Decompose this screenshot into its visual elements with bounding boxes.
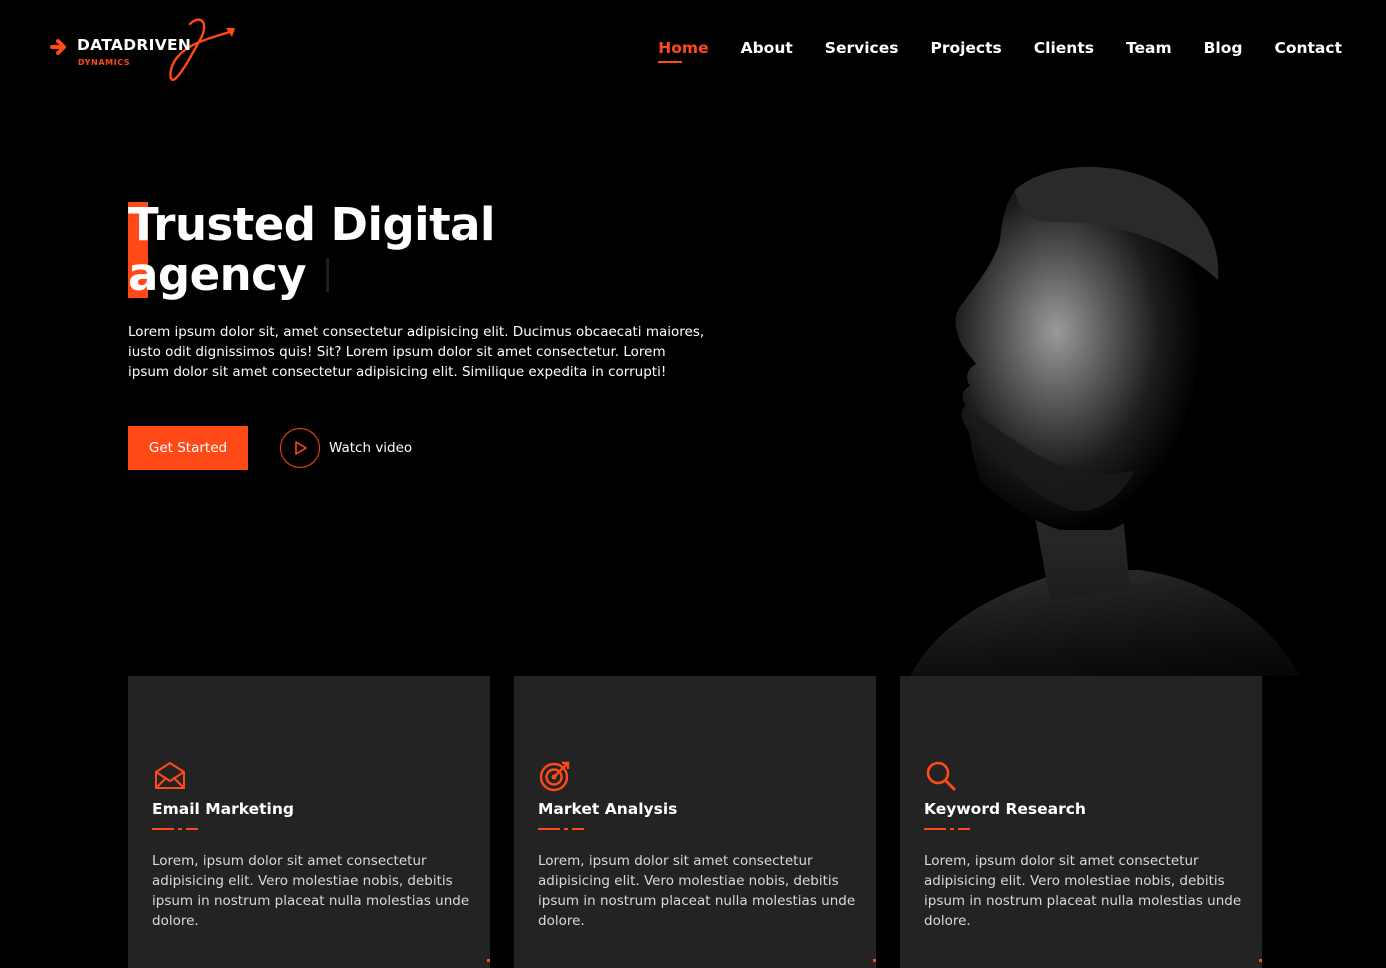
service-card-keyword-research[interactable]: Keyword Research Lorem, ipsum dolor sit …: [900, 676, 1262, 968]
nav-home[interactable]: Home: [658, 38, 709, 63]
service-description: Lorem, ipsum dolor sit amet consectetur …: [538, 853, 856, 929]
nav-about[interactable]: About: [741, 38, 793, 62]
service-description: Lorem, ipsum dolor sit amet consectetur …: [152, 853, 470, 929]
title-underline: [152, 828, 198, 830]
service-title: Keyword Research: [924, 800, 1086, 818]
corner-dot: [873, 959, 876, 962]
title-underline: [538, 828, 584, 830]
play-icon[interactable]: [280, 428, 320, 468]
search-icon: [926, 761, 956, 791]
hero-description: Lorem ipsum dolor sit, amet consectetur …: [128, 324, 705, 380]
service-title: Email Marketing: [152, 800, 295, 818]
nav-contact[interactable]: Contact: [1274, 38, 1342, 62]
target-icon: [539, 761, 570, 792]
envelope-icon: [155, 762, 185, 789]
brand-name: DATADRIVEN: [77, 36, 192, 54]
nav-projects[interactable]: Projects: [930, 38, 1001, 62]
service-card-market-analysis[interactable]: Market Analysis Lorem, ipsum dolor sit a…: [514, 676, 876, 968]
nav-services[interactable]: Services: [825, 38, 899, 62]
brand-logo[interactable]: DATADRIVEN DYNAMICS: [50, 14, 240, 84]
hero-portrait-image: [880, 150, 1300, 676]
hero-title: Trusted Digital agency: [128, 200, 688, 300]
watch-video-label: Watch video: [329, 440, 413, 456]
title-underline: [924, 828, 970, 830]
service-card-email-marketing[interactable]: Email Marketing Lorem, ipsum dolor sit a…: [128, 676, 490, 968]
corner-dot: [1259, 959, 1262, 962]
nav-blog[interactable]: Blog: [1204, 38, 1243, 62]
get-started-button[interactable]: Get Started: [128, 426, 248, 470]
hero-title-line-2: agency: [128, 248, 307, 301]
main-nav: Home About Services Projects Clients Tea…: [626, 38, 1342, 63]
hero-title-line-1: Trusted Digital: [128, 198, 495, 251]
service-title: Market Analysis: [538, 800, 678, 818]
page: DATADRIVEN DYNAMICS Home About Services …: [0, 0, 1386, 968]
service-description: Lorem, ipsum dolor sit amet consectetur …: [924, 853, 1242, 929]
nav-team[interactable]: Team: [1126, 38, 1172, 62]
watch-video-link[interactable]: Watch video: [280, 428, 412, 468]
brand-tagline: DYNAMICS: [78, 58, 131, 67]
corner-dot: [487, 959, 490, 962]
nav-clients[interactable]: Clients: [1034, 38, 1094, 62]
